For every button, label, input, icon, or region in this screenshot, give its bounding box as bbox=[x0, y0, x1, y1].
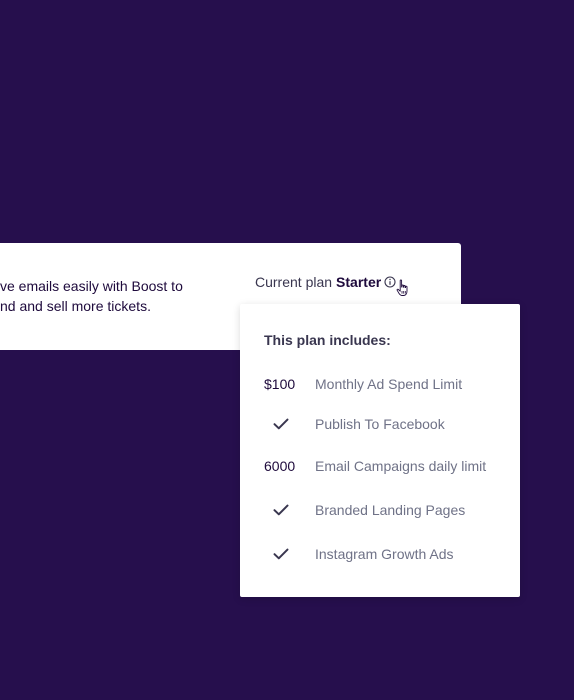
feature-label: Branded Landing Pages bbox=[315, 502, 466, 518]
feature-value: $100 bbox=[264, 376, 296, 392]
check-icon bbox=[264, 548, 315, 560]
popover-title: This plan includes: bbox=[264, 332, 391, 348]
current-plan-indicator[interactable]: Current plan Starter bbox=[255, 273, 396, 291]
plan-features-popover: This plan includes: $100 Monthly Ad Spen… bbox=[240, 304, 520, 597]
current-plan-label: Current plan bbox=[255, 274, 333, 290]
feature-row-email-campaigns: 6000 Email Campaigns daily limit bbox=[264, 456, 504, 476]
hand-pointer-icon bbox=[396, 279, 410, 297]
feature-label: Publish To Facebook bbox=[315, 416, 445, 432]
banner-text-line-2: nd and sell more tickets. bbox=[0, 298, 151, 314]
feature-row-landing-pages: Branded Landing Pages bbox=[264, 500, 504, 520]
banner-text-line-1: ve emails easily with Boost to bbox=[0, 278, 183, 294]
check-icon bbox=[264, 504, 315, 516]
plan-name: Starter bbox=[336, 274, 382, 290]
feature-row-instagram-ads: Instagram Growth Ads bbox=[264, 544, 504, 564]
info-circle-icon[interactable] bbox=[384, 276, 396, 288]
check-icon bbox=[264, 418, 315, 430]
feature-row-ad-spend: $100 Monthly Ad Spend Limit bbox=[264, 374, 504, 394]
feature-row-facebook: Publish To Facebook bbox=[264, 414, 504, 434]
feature-label: Instagram Growth Ads bbox=[315, 546, 454, 562]
feature-label: Email Campaigns daily limit bbox=[315, 458, 487, 474]
feature-label: Monthly Ad Spend Limit bbox=[315, 376, 463, 392]
banner-description: ve emails easily with Boost to nd and se… bbox=[0, 276, 200, 316]
feature-value: 6000 bbox=[264, 458, 296, 474]
